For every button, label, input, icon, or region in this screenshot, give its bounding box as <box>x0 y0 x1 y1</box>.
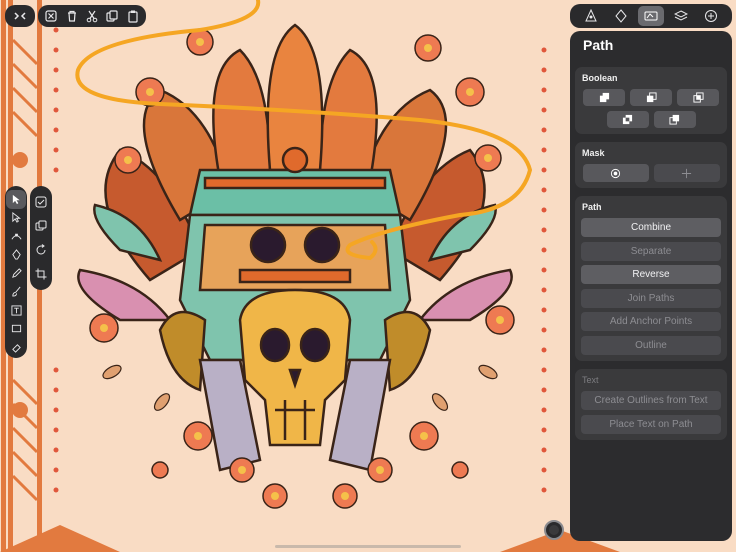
trash-icon[interactable] <box>61 5 81 27</box>
arrange-icon[interactable] <box>608 6 634 26</box>
mask-group: Mask <box>575 142 727 188</box>
node-icon[interactable] <box>6 227 26 246</box>
layers-icon[interactable] <box>668 6 694 26</box>
join-paths-button[interactable]: Join Paths <box>581 288 721 308</box>
path-title: Path <box>582 202 602 212</box>
paste-icon[interactable] <box>123 5 143 27</box>
add-icon[interactable] <box>698 6 724 26</box>
panel-title: Path <box>583 37 614 53</box>
text-title: Text <box>582 374 599 385</box>
add-anchor-points-button[interactable]: Add Anchor Points <box>581 312 721 332</box>
pen-icon[interactable] <box>6 246 26 265</box>
tool-options-palette <box>30 186 52 290</box>
intersect-icon[interactable] <box>677 89 719 106</box>
create-outlines-button[interactable]: Create Outlines from Text <box>581 390 721 410</box>
panel-resize-handle[interactable] <box>544 520 564 540</box>
exclude-icon[interactable] <box>606 111 649 128</box>
boolean-title: Boolean <box>582 73 618 83</box>
duplicate-icon[interactable] <box>102 5 122 27</box>
deselect-icon[interactable] <box>41 5 61 27</box>
pencil-icon[interactable] <box>6 264 26 283</box>
home-indicator <box>275 545 461 548</box>
mask-title: Mask <box>582 148 605 158</box>
style-icon[interactable] <box>578 6 604 26</box>
reverse-button[interactable]: Reverse <box>581 265 721 285</box>
direct-select-icon[interactable] <box>6 209 26 228</box>
selection-arrow-icon[interactable] <box>6 190 26 209</box>
layers-stack-icon[interactable] <box>31 214 51 238</box>
crop-icon[interactable] <box>31 262 51 286</box>
unmask-icon[interactable] <box>653 164 720 182</box>
brush-icon[interactable] <box>6 283 26 302</box>
path-group: Path Combine Separate Reverse Join Paths… <box>575 196 727 361</box>
mask-icon[interactable] <box>582 164 649 182</box>
path-panel: Path Boolean Mask Path Combine Separate … <box>570 31 732 541</box>
path-inspector-icon[interactable] <box>638 6 664 26</box>
subtract-icon[interactable] <box>630 89 672 106</box>
combine-button[interactable]: Combine <box>581 218 721 237</box>
inspector-tabs <box>570 4 732 28</box>
eraser-icon[interactable] <box>6 338 26 357</box>
rectangle-icon[interactable] <box>6 320 26 339</box>
checkbox-icon[interactable] <box>31 190 51 214</box>
cut-icon[interactable] <box>82 5 102 27</box>
rotate-icon[interactable] <box>31 238 51 262</box>
boolean-group: Boolean <box>575 67 727 134</box>
dot-border-left <box>53 27 59 493</box>
outline-button[interactable]: Outline <box>581 335 721 355</box>
separate-button[interactable]: Separate <box>581 241 721 261</box>
top-edit-toolbar <box>38 5 146 27</box>
tool-palette <box>5 186 27 358</box>
place-text-on-path-button[interactable]: Place Text on Path <box>581 414 721 434</box>
text-group: Text Create Outlines from Text Place Tex… <box>575 368 727 440</box>
text-tool-icon[interactable] <box>6 301 26 320</box>
union-icon[interactable] <box>583 89 625 106</box>
top-left-toggle[interactable] <box>5 5 35 27</box>
divide-icon[interactable] <box>653 111 696 128</box>
collapse-icon[interactable] <box>9 5 31 27</box>
dot-border-right <box>541 47 547 493</box>
